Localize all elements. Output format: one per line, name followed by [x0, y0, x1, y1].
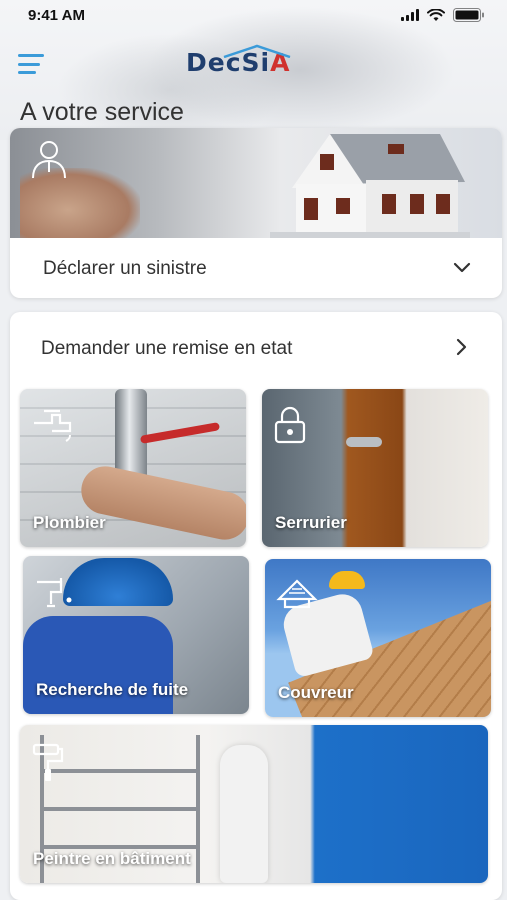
lock-icon [274, 406, 306, 444]
helmet-image [63, 558, 173, 606]
service-label: Peintre en bâtiment [33, 849, 191, 868]
service-tile-plombier[interactable]: Plombier [20, 389, 246, 547]
service-label: Couvreur [278, 683, 354, 702]
hardhat-image [329, 571, 365, 589]
house-image [270, 134, 470, 238]
pipe-leak-icon [37, 578, 72, 608]
faucet-icon [34, 409, 72, 442]
chevron-down-icon[interactable] [453, 262, 471, 274]
status-time: 9:41 AM [28, 6, 85, 24]
roof-icon [276, 579, 318, 609]
door-handle-image [346, 437, 382, 447]
declare-claim-label: Déclarer un sinistre [43, 258, 207, 279]
status-bar: 9:41 AM [0, 0, 507, 30]
service-tile-serrurier[interactable]: Serrurier [262, 389, 488, 547]
wrench-image [139, 422, 221, 444]
logo-roof-icon [223, 44, 291, 58]
insurance-agent-icon [32, 141, 66, 179]
wifi-icon [427, 8, 445, 22]
declare-claim-card[interactable]: Déclarer un sinistre [10, 128, 502, 298]
service-label: Plombier [33, 513, 106, 532]
service-tile-recherche-de-fuite[interactable]: Recherche de fuite [23, 556, 249, 714]
signal-icon [401, 9, 419, 21]
service-label: Recherche de fuite [36, 680, 189, 699]
page-title: A votre service [20, 98, 184, 126]
service-label: Serrurier [275, 513, 347, 532]
service-tile-couvreur[interactable]: Couvreur [265, 559, 491, 717]
repair-request-label[interactable]: Demander une remise en etat [41, 338, 292, 360]
paint-roller-icon [32, 743, 64, 781]
battery-icon [453, 8, 485, 22]
claim-banner-image [10, 128, 502, 238]
service-tile-peintre-en-batiment[interactable]: Peintre en bâtiment [20, 725, 488, 883]
status-icons [401, 8, 485, 22]
chevron-right-icon[interactable] [456, 338, 468, 356]
hamburger-menu-button[interactable] [18, 54, 44, 74]
repair-request-card: Demander une remise en etat Plombier Ser… [10, 312, 502, 900]
painter-image [220, 745, 268, 883]
